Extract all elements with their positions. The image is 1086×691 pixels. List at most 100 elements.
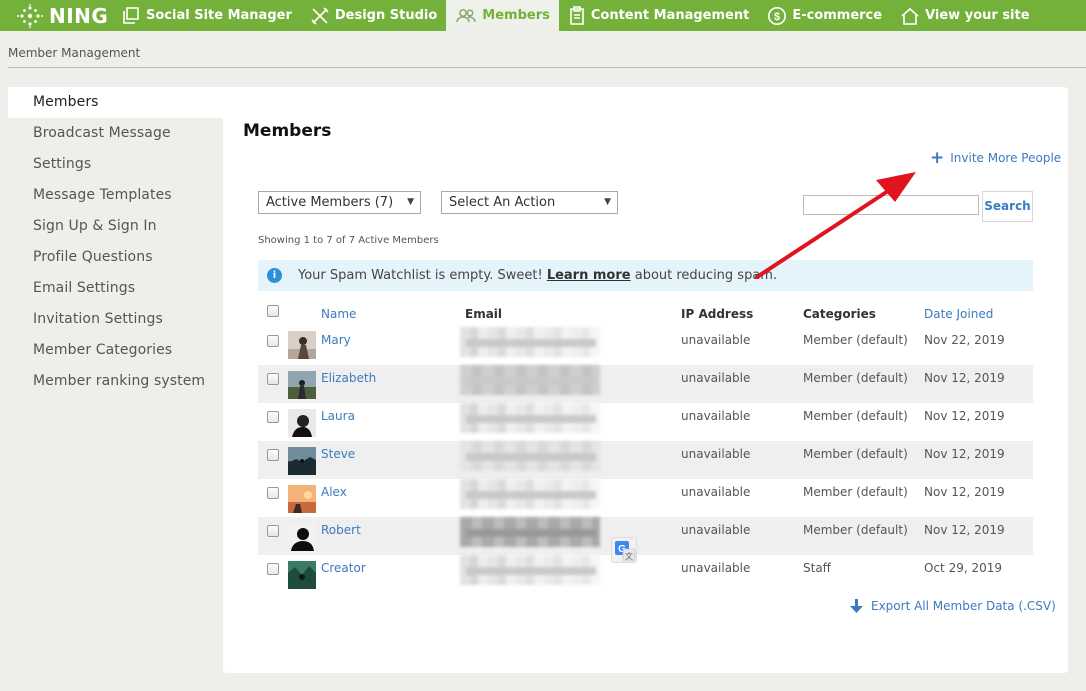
dollar-icon: $ — [768, 6, 787, 25]
bulk-action-value: Select An Action — [449, 195, 556, 210]
breadcrumb-divider — [8, 67, 1086, 68]
page-title: Members — [243, 121, 332, 141]
nav-ecommerce[interactable]: $ E-commerce — [758, 0, 891, 31]
row-checkbox[interactable] — [267, 525, 279, 537]
nav-social-site-manager[interactable]: Social Site Manager — [112, 0, 301, 31]
column-header-date-joined[interactable]: Date Joined — [924, 307, 993, 321]
ip-address: unavailable — [681, 447, 751, 461]
avatar[interactable] — [288, 331, 316, 359]
ip-address: unavailable — [681, 485, 751, 499]
sidebar-item-members[interactable]: Members — [8, 87, 223, 118]
members-panel: Members + Invite More People Active Memb… — [223, 87, 1068, 673]
email-redacted — [460, 365, 600, 395]
learn-more-link[interactable]: Learn more — [547, 268, 631, 283]
member-name-link[interactable]: Steve — [321, 447, 355, 461]
google-translate-icon[interactable]: G 文 — [611, 537, 637, 563]
date-joined: Oct 29, 2019 — [924, 561, 1002, 575]
clipboard-icon — [570, 5, 584, 25]
member-filter-value: Active Members (7) — [266, 195, 394, 210]
nav-label: Members — [482, 8, 550, 23]
top-nav-bar: NING Social Site Manager Design Studio M… — [0, 0, 1086, 31]
date-joined: Nov 12, 2019 — [924, 447, 1005, 461]
people-icon — [456, 8, 477, 22]
row-checkbox[interactable] — [267, 449, 279, 461]
ning-logo[interactable]: NING — [0, 0, 112, 31]
member-category: Member (default) — [803, 409, 908, 423]
sidebar-item-email-settings[interactable]: Email Settings — [8, 273, 223, 304]
date-joined: Nov 12, 2019 — [924, 485, 1005, 499]
member-name-link[interactable]: Alex — [321, 485, 347, 499]
invite-label: Invite More People — [950, 151, 1062, 165]
download-arrow-icon — [850, 599, 863, 613]
member-name-link[interactable]: Robert — [321, 523, 361, 537]
member-name-link[interactable]: Elizabeth — [321, 371, 376, 385]
avatar[interactable] — [288, 523, 316, 551]
chevron-down-icon: ▼ — [407, 197, 414, 207]
sidebar-item-member-categories[interactable]: Member Categories — [8, 335, 223, 366]
search-button[interactable]: Search — [982, 191, 1033, 222]
avatar[interactable] — [288, 561, 316, 589]
date-joined: Nov 12, 2019 — [924, 523, 1005, 537]
spam-watchlist-notice: i Your Spam Watchlist is empty. Sweet! L… — [258, 260, 1033, 291]
table-row: Steve unavailable Member (default) Nov 1… — [258, 441, 1033, 479]
ip-address: unavailable — [681, 333, 751, 347]
sidebar-item-member-ranking[interactable]: Member ranking system — [8, 366, 223, 397]
table-row: Creator unavailable Staff Oct 29, 2019 — [258, 555, 1033, 593]
sidebar-item-message-templates[interactable]: Message Templates — [8, 180, 223, 211]
bulk-action-select[interactable]: Select An Action ▼ — [441, 191, 618, 214]
nav-content-management[interactable]: Content Management — [559, 0, 758, 31]
nav-design-studio[interactable]: Design Studio — [301, 0, 446, 31]
chevron-down-icon: ▼ — [604, 197, 611, 207]
row-checkbox[interactable] — [267, 411, 279, 423]
svg-text:文: 文 — [625, 551, 633, 561]
sidebar-item-settings[interactable]: Settings — [8, 149, 223, 180]
plus-icon: + — [930, 148, 945, 168]
sidebar-item-sign-up-sign-in[interactable]: Sign Up & Sign In — [8, 211, 223, 242]
email-redacted — [460, 403, 600, 433]
member-search-input[interactable] — [803, 195, 979, 215]
svg-text:$: $ — [774, 11, 780, 23]
row-checkbox[interactable] — [267, 487, 279, 499]
sidebar-item-invitation-settings[interactable]: Invitation Settings — [8, 304, 223, 335]
member-name-link[interactable]: Mary — [321, 333, 351, 347]
results-count: Showing 1 to 7 of 7 Active Members — [258, 235, 439, 246]
email-redacted — [460, 327, 600, 357]
member-category: Member (default) — [803, 333, 908, 347]
sidebar-item-broadcast-message[interactable]: Broadcast Message — [8, 118, 223, 149]
export-label: Export All Member Data (.CSV) — [871, 599, 1056, 613]
sidebar-item-profile-questions[interactable]: Profile Questions — [8, 242, 223, 273]
export-csv-link[interactable]: Export All Member Data (.CSV) — [850, 599, 1056, 613]
invite-more-people-link[interactable]: + Invite More People — [930, 148, 1062, 168]
date-joined: Nov 22, 2019 — [924, 333, 1005, 347]
row-checkbox[interactable] — [267, 563, 279, 575]
member-filter-select[interactable]: Active Members (7) ▼ — [258, 191, 421, 214]
avatar[interactable] — [288, 409, 316, 437]
avatar[interactable] — [288, 371, 316, 399]
member-category: Member (default) — [803, 371, 908, 385]
breadcrumb: Member Management — [8, 46, 141, 60]
member-category: Member (default) — [803, 523, 908, 537]
member-category: Staff — [803, 561, 831, 575]
nav-members[interactable]: Members — [446, 0, 559, 31]
avatar[interactable] — [288, 447, 316, 475]
select-all-checkbox[interactable] — [267, 305, 279, 317]
ip-address: unavailable — [681, 409, 751, 423]
table-row: Laura unavailable Member (default) Nov 1… — [258, 403, 1033, 441]
member-name-link[interactable]: Laura — [321, 409, 355, 423]
nav-label: E-commerce — [792, 8, 883, 23]
member-category: Member (default) — [803, 447, 908, 461]
row-checkbox[interactable] — [267, 373, 279, 385]
table-row: Elizabeth unavailable Member (default) N… — [258, 365, 1033, 403]
column-header-categories: Categories — [803, 307, 876, 321]
nav-view-your-site[interactable]: View your site — [891, 0, 1038, 31]
row-checkbox[interactable] — [267, 335, 279, 347]
table-row: Alex unavailable Member (default) Nov 12… — [258, 479, 1033, 517]
info-icon: i — [267, 268, 282, 283]
member-name-link[interactable]: Creator — [321, 561, 366, 575]
date-joined: Nov 12, 2019 — [924, 409, 1005, 423]
avatar[interactable] — [288, 485, 316, 513]
column-header-name[interactable]: Name — [321, 307, 356, 321]
email-redacted — [460, 479, 600, 509]
sidebar: Members Broadcast Message Settings Messa… — [8, 87, 223, 397]
members-table-header: Name Email IP Address Categories Date Jo… — [258, 303, 1033, 325]
